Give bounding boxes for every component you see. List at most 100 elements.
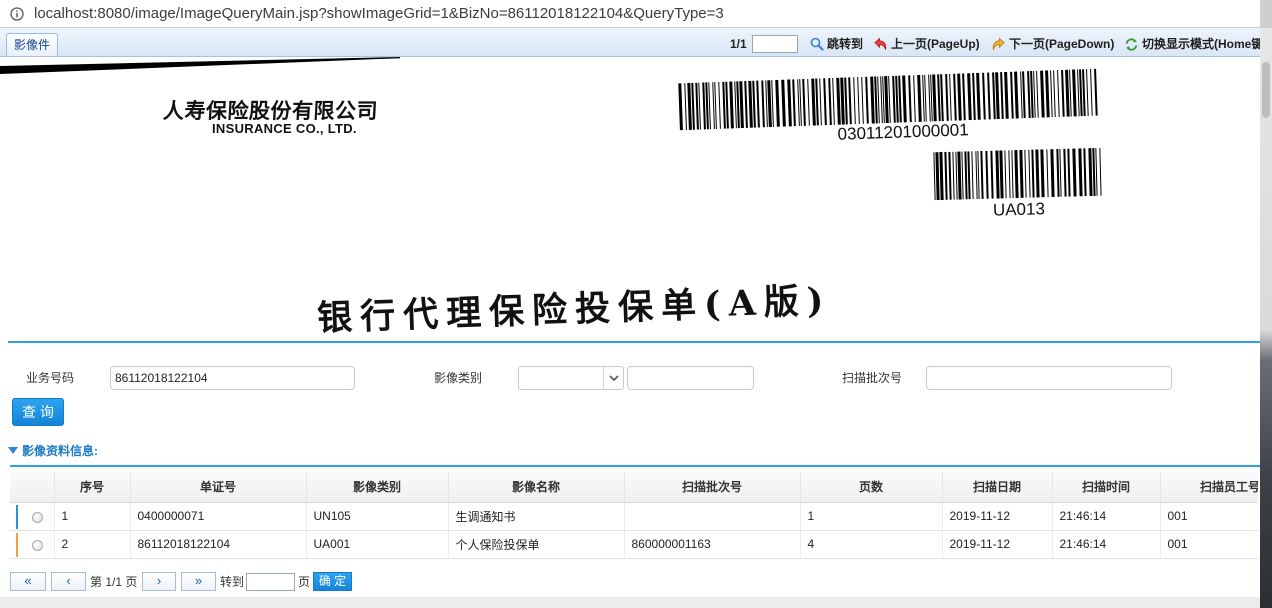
row-select-cell[interactable] <box>10 530 55 559</box>
barcode-bar <box>797 79 800 127</box>
barcode-bar <box>1078 148 1083 197</box>
barcode-bar <box>982 72 986 120</box>
column-header-image-type[interactable]: 影像类别 <box>306 472 449 503</box>
cell-doc-no: 0400000071 <box>130 502 307 531</box>
table-row[interactable]: 1 0400000071 UN105 生调通知书 1 2019-11-12 21… <box>10 502 1258 531</box>
prev-page-grid-button[interactable]: ‹ <box>51 572 86 591</box>
barcode-bar <box>787 79 792 127</box>
barcode-bar <box>1046 149 1049 198</box>
row-radio[interactable] <box>32 511 43 523</box>
goto-page-input[interactable] <box>246 573 295 591</box>
column-header-scan-date[interactable]: 扫描日期 <box>942 472 1053 503</box>
barcode-bar <box>937 74 941 122</box>
barcode-bar <box>976 72 981 120</box>
image-type-select[interactable] <box>518 366 624 390</box>
barcode-bar <box>1011 150 1014 199</box>
barcode-bar <box>874 76 878 124</box>
barcode-bar <box>1082 69 1086 117</box>
column-header-scan-time[interactable]: 扫描时间 <box>1052 472 1161 503</box>
page-scrollbar-thumb[interactable] <box>1262 62 1270 118</box>
collapse-triangle-icon[interactable] <box>8 447 18 454</box>
next-page-button[interactable]: 下一页(PageDown) <box>991 36 1114 52</box>
goto-confirm-button[interactable]: 确 定 <box>313 572 352 591</box>
scan-edge-stroke <box>0 57 400 74</box>
prev-page-icon <box>874 37 887 50</box>
barcode-bar <box>985 150 989 199</box>
cell-image-name: 个人保险投保单 <box>448 530 625 559</box>
cell-scan-date: 2019-11-12 <box>942 530 1053 559</box>
barcode-bar <box>1057 70 1060 118</box>
barcode-bar <box>725 81 729 129</box>
biz-no-input[interactable] <box>110 366 355 390</box>
tab-image-files[interactable]: 影像件 <box>6 33 58 56</box>
url-text[interactable]: localhost:8080/image/ImageQueryMain.jsp?… <box>34 5 724 23</box>
barcode-bar <box>1027 71 1031 119</box>
next-page-grid-button[interactable]: › <box>142 572 176 591</box>
divider-line <box>8 341 1260 343</box>
barcode-bar <box>902 75 907 123</box>
section-title[interactable]: 影像资料信息: <box>22 444 98 458</box>
cell-scan-time: 21:46:14 <box>1052 530 1161 559</box>
barcode-bar <box>980 150 984 199</box>
barcode-bar <box>964 151 968 200</box>
document-image-viewer[interactable]: 人寿保险股份有限公司 INSURANCE CO., LTD. 030112010… <box>0 57 1260 341</box>
type-barcode-number: UA013 <box>992 199 1046 220</box>
barcode-bar <box>729 81 734 129</box>
barcode-bar <box>802 78 806 126</box>
scan-batch-input[interactable] <box>926 366 1172 390</box>
barcode-bar <box>781 79 786 127</box>
barcode-bar <box>1028 149 1031 198</box>
barcode-bar <box>1090 68 1093 116</box>
barcode-bar <box>870 76 875 124</box>
table-row[interactable]: 2 86112018122104 UA001 个人保险投保单 860000001… <box>10 530 1258 559</box>
cell-seq: 1 <box>54 502 131 531</box>
barcode-bar <box>999 150 1004 199</box>
barcode-bar <box>1033 70 1036 118</box>
page-scrollbar[interactable] <box>1260 0 1272 608</box>
jump-label: 跳转到 <box>827 37 864 51</box>
toggle-display-mode-button[interactable]: 切换显示模式(Home键 <box>1124 36 1260 52</box>
prev-page-button[interactable]: 上一页(PageUp) <box>873 36 980 52</box>
barcode-bar <box>995 150 1000 199</box>
column-header-scan-batch[interactable]: 扫描批次号 <box>624 472 801 503</box>
barcode-bar <box>1000 72 1004 120</box>
column-header-doc-no[interactable]: 单证号 <box>130 472 307 503</box>
barcode-bars <box>933 147 1102 201</box>
jump-button[interactable]: 跳转到 <box>810 36 863 52</box>
row-select-cell[interactable] <box>10 502 55 531</box>
last-page-button[interactable]: » <box>181 572 216 591</box>
barcode-bar <box>687 82 692 130</box>
info-icon[interactable] <box>10 7 24 21</box>
barcode-bar <box>705 82 709 130</box>
barcode-bar <box>957 73 962 121</box>
barcode-bar <box>880 76 883 124</box>
barcode-bar <box>857 77 860 125</box>
row-radio[interactable] <box>32 539 43 551</box>
barcode-bar <box>898 75 902 123</box>
barcode-bar <box>967 73 972 121</box>
address-bar[interactable]: localhost:8080/image/ImageQueryMain.jsp?… <box>0 0 1260 28</box>
main-barcode: 03011201000001 <box>677 68 1099 152</box>
barcode-bar <box>744 80 748 128</box>
chevron-down-icon[interactable] <box>603 367 623 389</box>
first-page-button[interactable]: « <box>10 572 46 591</box>
barcode-bar <box>840 77 845 125</box>
cell-scanner-id: 001 <box>1160 502 1258 531</box>
barcode-bar <box>955 151 958 200</box>
image-type-text-input[interactable] <box>627 366 754 390</box>
row-status-marker <box>16 532 18 557</box>
query-button[interactable]: 查 询 <box>12 398 64 426</box>
column-header-scanner-id[interactable]: 扫描员工号 <box>1160 472 1258 503</box>
barcode-bar <box>792 79 796 127</box>
barcode-bar <box>995 72 1000 120</box>
barcode-bar <box>1094 68 1098 116</box>
barcode-bar <box>935 152 940 201</box>
column-header-image-name[interactable]: 影像名称 <box>448 472 625 503</box>
barcode-bar <box>702 82 706 130</box>
jump-page-input[interactable] <box>752 35 798 53</box>
next-page-label: 下一页(PageDown) <box>1009 37 1115 51</box>
column-header-page-count[interactable]: 页数 <box>800 472 943 503</box>
cell-scan-batch: 860000001163 <box>624 530 801 559</box>
column-header-seq[interactable]: 序号 <box>54 472 131 503</box>
barcode-bar <box>748 80 753 128</box>
